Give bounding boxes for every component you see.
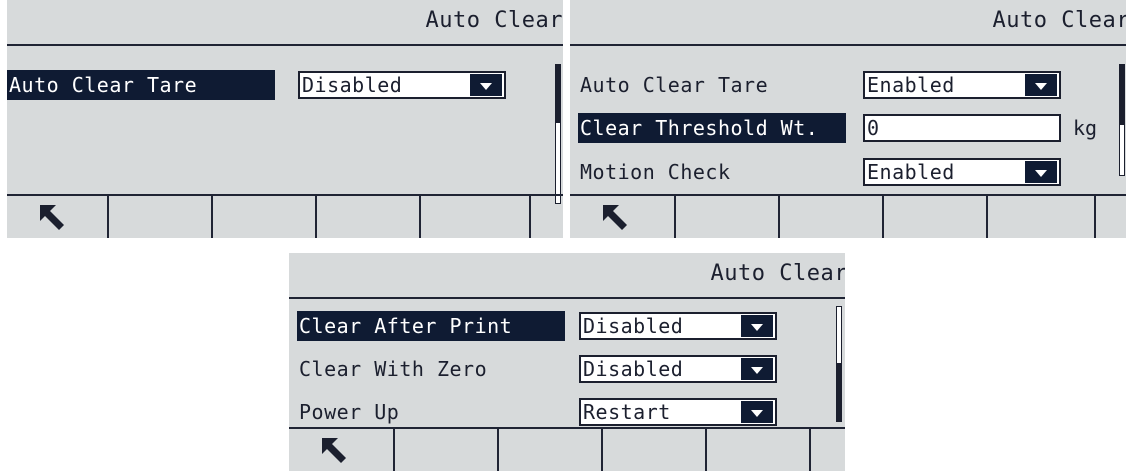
up-left-arrow-icon (603, 205, 627, 230)
dropdown-value: Enabled (867, 160, 955, 184)
softkey-3[interactable] (780, 196, 884, 238)
softkey-3[interactable] (499, 429, 603, 471)
label-auto-clear-tare[interactable]: Auto Clear Tare (7, 70, 275, 100)
softkey-2[interactable] (676, 196, 780, 238)
input-value: 0 (867, 116, 880, 140)
softkey-5[interactable] (707, 429, 811, 471)
label-clear-with-zero[interactable]: Clear With Zero (297, 354, 487, 384)
softkey-bar (7, 194, 563, 238)
softkey-6[interactable] (1096, 196, 1126, 238)
label-power-up[interactable]: Power Up (297, 397, 399, 427)
chevron-down-icon[interactable] (1025, 161, 1057, 183)
softkey-5[interactable] (421, 196, 531, 238)
softkey-4[interactable] (884, 196, 988, 238)
softkey-4[interactable] (603, 429, 707, 471)
softkey-2[interactable] (395, 429, 499, 471)
title-bar: Auto Clear (570, 0, 1126, 46)
dropdown-value: Disabled (583, 357, 684, 381)
up-left-arrow-icon (322, 438, 346, 463)
chevron-down-icon[interactable] (470, 74, 502, 96)
page-title: Auto Clear (992, 8, 1126, 33)
softkey-bar (289, 427, 845, 471)
softkey-6[interactable] (811, 429, 845, 471)
screen-auto-clear-2: Auto Clear Auto Clear Tare Enabled Clear… (570, 0, 1126, 238)
chevron-down-icon[interactable] (741, 401, 773, 423)
label-auto-clear-tare[interactable]: Auto Clear Tare (578, 70, 768, 100)
softkey-bar (570, 194, 1126, 238)
auto-clear-tare-dropdown[interactable]: Enabled (863, 71, 1061, 99)
softkey-3[interactable] (213, 196, 317, 238)
label-motion-check[interactable]: Motion Check (578, 157, 731, 187)
softkey-6[interactable] (531, 196, 561, 238)
label-clear-after-print[interactable]: Clear After Print (297, 311, 565, 341)
softkey-4[interactable] (317, 196, 421, 238)
dropdown-value: Restart (583, 400, 671, 424)
dropdown-value: Disabled (302, 73, 403, 97)
softkey-1[interactable] (7, 196, 109, 238)
softkey-5[interactable] (988, 196, 1096, 238)
softkey-1[interactable] (570, 196, 676, 238)
dropdown-value: Disabled (583, 314, 684, 338)
chevron-down-icon[interactable] (1025, 74, 1057, 96)
clear-threshold-input[interactable]: 0 (863, 114, 1061, 142)
page-title: Auto Clear (710, 261, 845, 286)
scrollbar-thumb[interactable] (556, 65, 560, 123)
title-bar: Auto Clear (7, 0, 563, 46)
clear-after-print-dropdown[interactable]: Disabled (579, 312, 777, 340)
scrollbar[interactable] (555, 64, 561, 204)
dropdown-value: Enabled (867, 73, 955, 97)
page-title: Auto Clear (425, 8, 563, 33)
label-clear-threshold-wt[interactable]: Clear Threshold Wt. (578, 113, 846, 143)
unit-label: kg (1073, 116, 1098, 140)
scrollbar-thumb[interactable] (1120, 65, 1124, 125)
softkey-1[interactable] (289, 429, 395, 471)
scrollbar[interactable] (836, 306, 842, 422)
screen-auto-clear-3: Auto Clear Clear After Print Disabled Cl… (289, 253, 845, 471)
screen-auto-clear-1: Auto Clear Auto Clear Tare Disabled (7, 0, 563, 238)
scrollbar[interactable] (1119, 64, 1125, 176)
motion-check-dropdown[interactable]: Enabled (863, 158, 1061, 186)
chevron-down-icon[interactable] (741, 358, 773, 380)
up-left-arrow-icon (40, 205, 64, 230)
softkey-2[interactable] (109, 196, 213, 238)
clear-with-zero-dropdown[interactable]: Disabled (579, 355, 777, 383)
auto-clear-tare-dropdown[interactable]: Disabled (298, 71, 506, 99)
chevron-down-icon[interactable] (741, 315, 773, 337)
power-up-dropdown[interactable]: Restart (579, 398, 777, 426)
title-bar: Auto Clear (289, 253, 845, 299)
scrollbar-thumb[interactable] (837, 363, 841, 421)
